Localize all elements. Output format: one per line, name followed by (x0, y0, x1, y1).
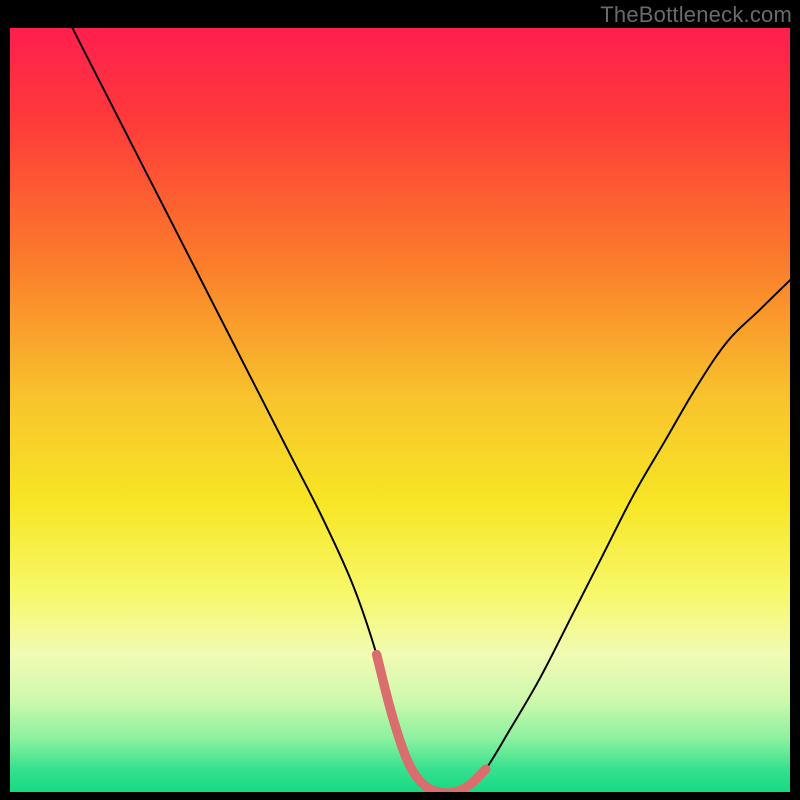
bottleneck-curve (10, 28, 790, 792)
watermark-text: TheBottleneck.com (600, 2, 792, 28)
plot-area (10, 28, 790, 792)
